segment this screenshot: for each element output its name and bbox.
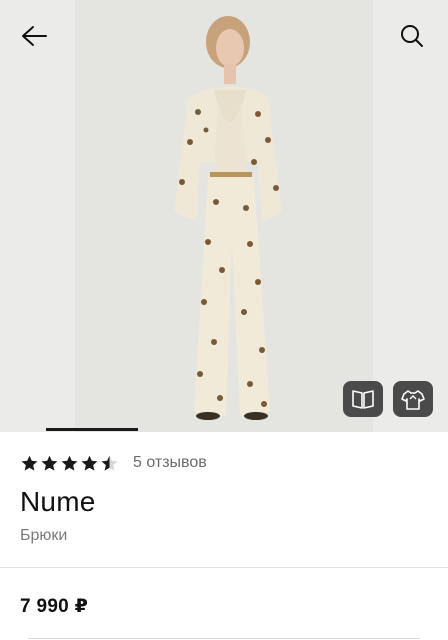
product-gallery[interactable]	[0, 0, 448, 432]
open-book-icon	[352, 390, 374, 409]
star-icon	[81, 455, 98, 471]
gallery-next-image[interactable]	[373, 0, 448, 432]
star-half-icon	[101, 455, 118, 471]
product-price: 7 990 ₽	[20, 596, 89, 617]
search-button[interactable]	[392, 16, 432, 56]
gallery-indicator-active	[46, 428, 138, 431]
divider	[0, 567, 448, 568]
gallery-prev-image[interactable]	[0, 0, 75, 432]
star-icon	[41, 455, 58, 471]
rating-row[interactable]: 5 отзывов	[20, 451, 207, 475]
try-on-button[interactable]	[393, 381, 433, 417]
star-icon	[21, 455, 38, 471]
back-button[interactable]	[14, 16, 54, 56]
divider	[28, 638, 420, 639]
lookbook-button[interactable]	[343, 381, 383, 417]
star-icon	[61, 455, 78, 471]
reviews-count-link[interactable]: 5 отзывов	[133, 454, 207, 472]
product-category: Брюки	[20, 527, 68, 544]
product-photo	[174, 16, 282, 420]
search-icon	[401, 25, 423, 47]
shirt-hanger-icon	[401, 390, 425, 410]
rating-stars	[20, 454, 119, 473]
brand-name[interactable]: Nume	[20, 486, 96, 518]
arrow-left-icon	[22, 26, 47, 46]
